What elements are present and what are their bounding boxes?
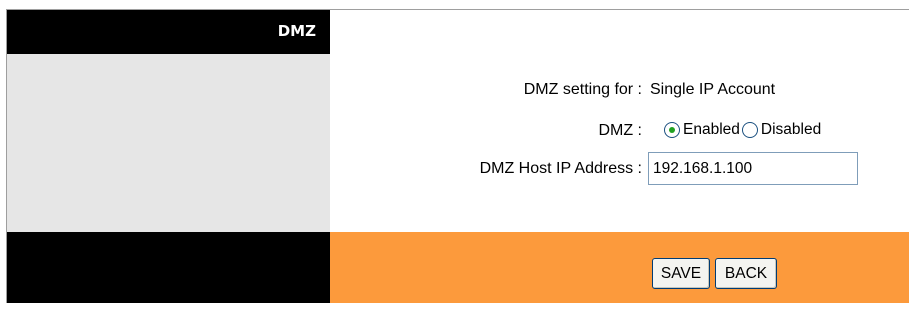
section-title: DMZ: [277, 22, 316, 40]
dmz-disabled-label[interactable]: Disabled: [761, 121, 821, 139]
left-panel: [7, 54, 330, 232]
setting-label: DMZ setting for :: [523, 81, 642, 98]
dmz-label: DMZ :: [598, 122, 642, 139]
dmz-enabled-radio[interactable]: [664, 122, 680, 138]
setting-value: Single IP Account: [650, 81, 776, 98]
host-ip-label: DMZ Host IP Address :: [479, 160, 642, 177]
back-button[interactable]: BACK: [715, 258, 777, 289]
host-ip-input[interactable]: [648, 152, 858, 185]
button-bar: [330, 232, 909, 303]
dmz-enabled-label[interactable]: Enabled: [683, 121, 740, 139]
dmz-disabled-radio[interactable]: [741, 122, 758, 138]
save-button[interactable]: SAVE: [652, 258, 710, 289]
dmz-radio-group: Enabled Disabled: [664, 121, 823, 139]
section-header: DMZ: [7, 10, 330, 54]
left-footer: [7, 232, 330, 303]
